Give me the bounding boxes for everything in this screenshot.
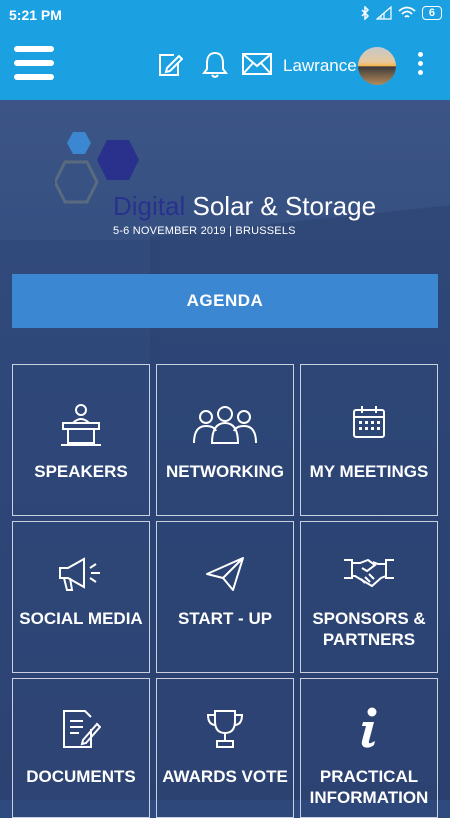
edit-note-icon[interactable] <box>157 52 183 78</box>
paper-plane-icon <box>206 557 244 591</box>
tile-documents[interactable]: DOCUMENTS <box>12 678 150 818</box>
avatar[interactable] <box>358 47 396 85</box>
status-bar: 5:21 PM 6 <box>0 0 450 30</box>
bell-icon[interactable] <box>200 50 230 80</box>
bluetooth-icon <box>361 6 369 20</box>
document-pen-icon <box>63 710 101 748</box>
mail-icon[interactable] <box>242 53 272 75</box>
tile-label: PRACTICAL INFORMATION <box>309 767 429 807</box>
status-icons: 6 <box>360 6 442 20</box>
agenda-button[interactable]: AGENDA <box>12 274 438 328</box>
event-title-rest: Solar & Storage <box>192 191 377 221</box>
event-title-highlight: Digital <box>113 191 186 221</box>
tile-practical-information[interactable]: PRACTICAL INFORMATION <box>300 678 438 818</box>
tile-label: NETWORKING <box>165 462 285 481</box>
tile-awards-vote[interactable]: AWARDS VOTE <box>156 678 294 818</box>
megaphone-icon <box>59 557 100 591</box>
signal-icon <box>375 6 392 20</box>
tile-label: SPONSORS & PARTNERS <box>312 609 426 649</box>
tile-networking[interactable]: NETWORKING <box>156 364 294 516</box>
status-time: 5:21 PM <box>9 7 62 23</box>
app-bar: Lawrance <box>0 30 450 100</box>
tile-label: SPEAKERS <box>34 462 128 481</box>
tile-speakers[interactable]: SPEAKERS <box>12 364 150 516</box>
battery-indicator: 6 <box>421 6 442 20</box>
trophy-icon <box>206 710 244 748</box>
tile-label: START - UP <box>177 609 273 628</box>
username[interactable]: Lawrance <box>283 56 357 76</box>
tile-social-media[interactable]: SOCIAL MEDIA <box>12 521 150 673</box>
event-subtitle: 5-6 NOVEMBER 2019 | BRUSSELS <box>113 225 296 237</box>
menu-icon[interactable] <box>14 46 54 82</box>
info-icon <box>361 707 377 748</box>
podium-speaker-icon <box>61 404 101 446</box>
more-options-icon[interactable] <box>418 52 424 79</box>
tile-label: SOCIAL MEDIA <box>19 609 143 628</box>
tile-label: AWARDS VOTE <box>162 767 288 786</box>
tile-sponsors-partners[interactable]: SPONSORS & PARTNERS <box>300 521 438 673</box>
handshake-icon <box>344 558 394 588</box>
calendar-icon <box>353 406 385 438</box>
tile-start-up[interactable]: START - UP <box>156 521 294 673</box>
tile-label: MY MEETINGS <box>309 462 429 481</box>
event-title: Digital Solar & Storage <box>113 191 376 222</box>
people-group-icon <box>193 406 257 444</box>
wifi-icon <box>398 6 416 18</box>
tile-my-meetings[interactable]: MY MEETINGS <box>300 364 438 516</box>
tile-label: DOCUMENTS <box>26 767 136 786</box>
